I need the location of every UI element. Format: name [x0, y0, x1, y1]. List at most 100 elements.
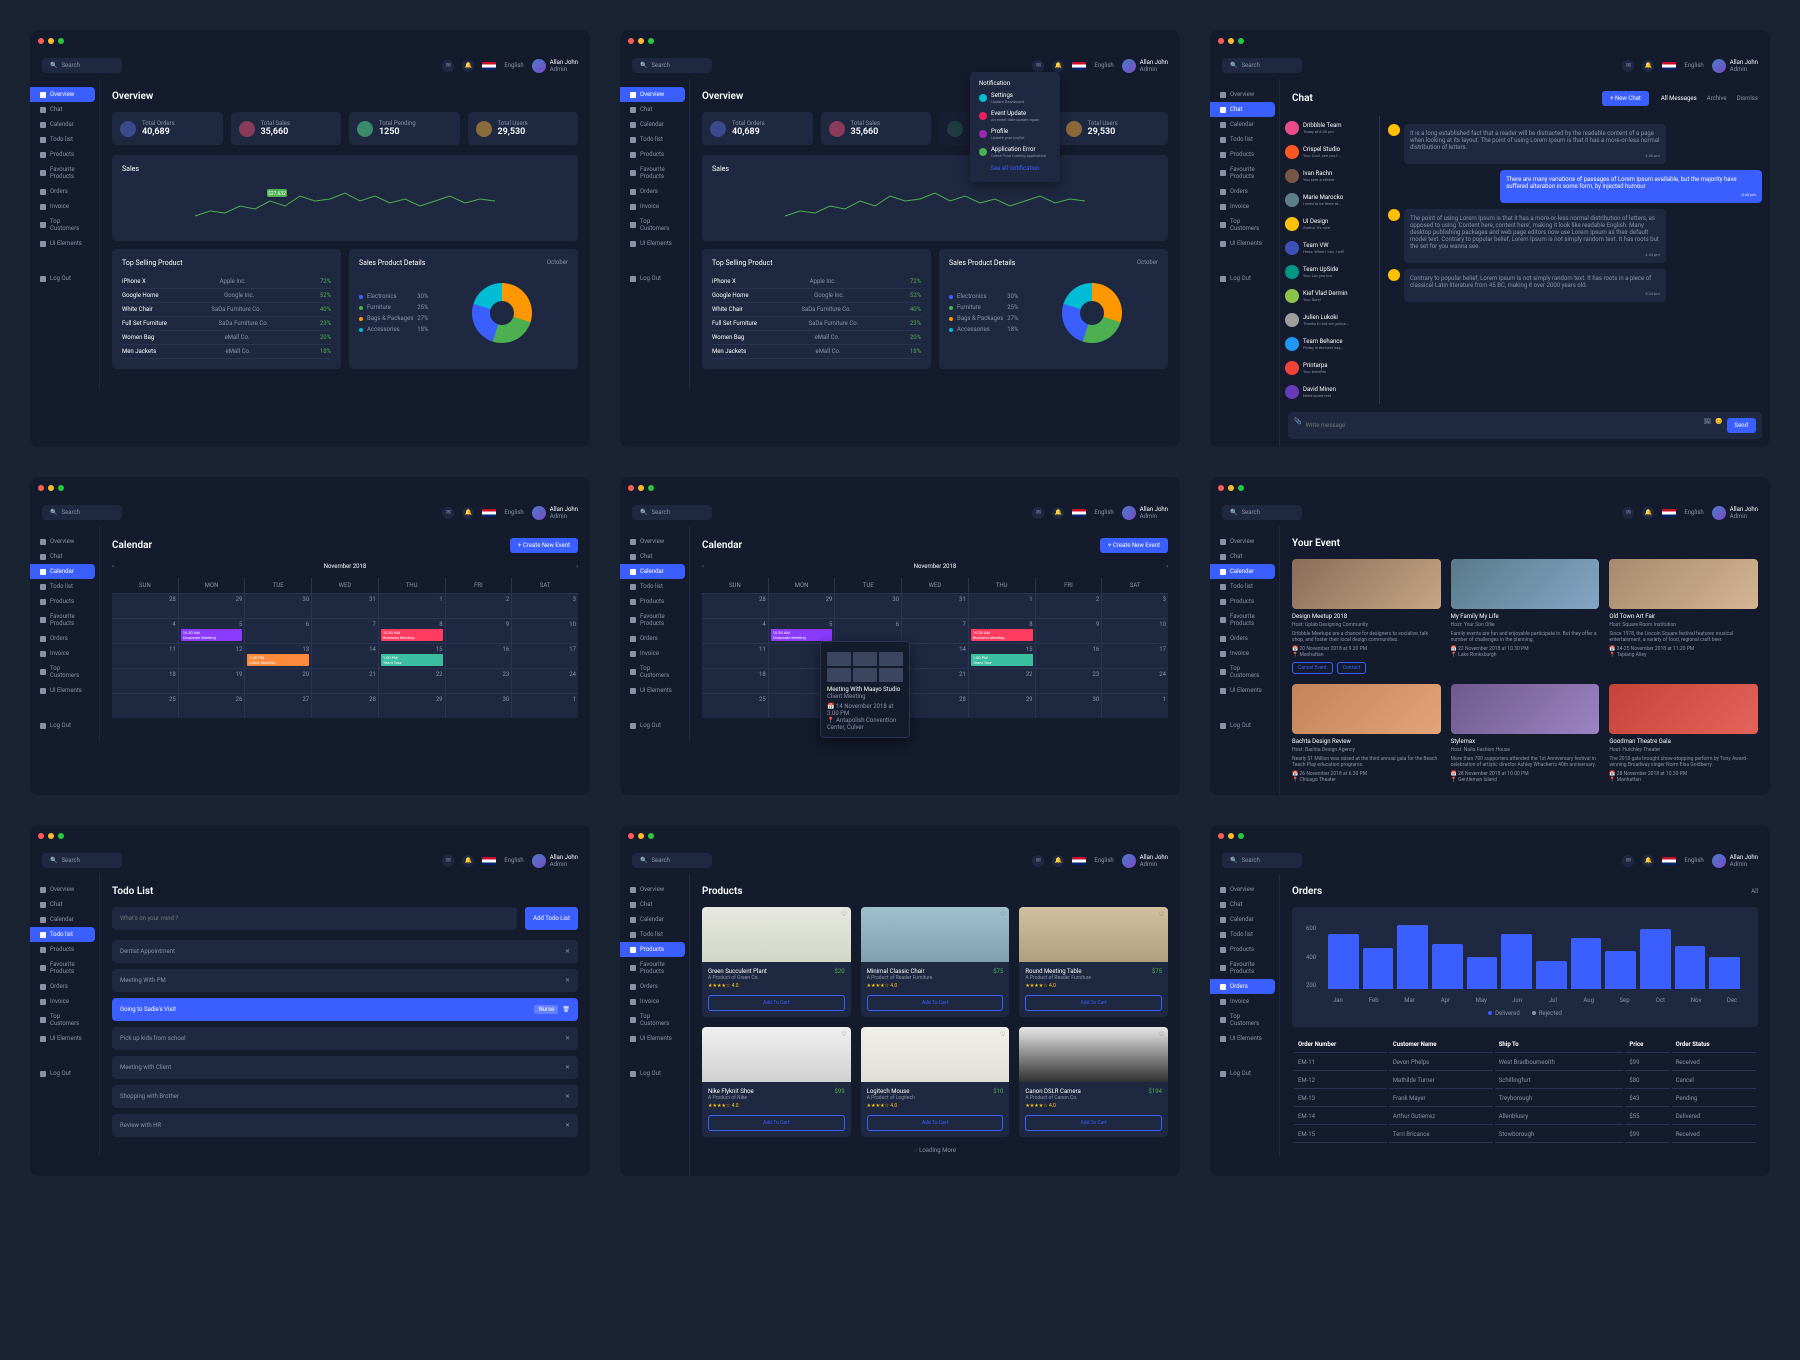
calendar-cell[interactable]: 14	[312, 644, 378, 668]
calendar-cell[interactable]: 21	[902, 669, 968, 693]
send-button[interactable]: Send	[1727, 418, 1756, 433]
calendar-cell[interactable]: 26	[179, 694, 245, 718]
product-card[interactable]: ♡Green Succulent Plant$20A Product of Gr…	[702, 907, 851, 1017]
todo-item[interactable]: Shopping with Brother✕	[112, 1085, 578, 1108]
chat-contact[interactable]: Julien LukokiThanks to bot we gonna...	[1280, 308, 1379, 332]
calendar-cell[interactable]: 30	[835, 594, 901, 618]
event-card[interactable]: Bachta Design ReviewHost: Bachta Design …	[1292, 684, 1441, 783]
notification-item[interactable]: SettingsUpdate Dashboard	[976, 89, 1054, 107]
chat-contact[interactable]: UI DesignAmirul: It's nice	[1280, 212, 1379, 236]
chat-contact[interactable]: Crispel StudioYou: Cool, see you t...	[1280, 140, 1379, 164]
calendar-cell[interactable]: 24	[512, 669, 578, 693]
calendar-cell[interactable]: 28	[312, 694, 378, 718]
attach-icon[interactable]: 📎	[1294, 418, 1301, 433]
user-menu[interactable]: Allan JohnAdmin	[1122, 59, 1168, 73]
calendar-cell[interactable]: 2	[1036, 594, 1102, 618]
calendar-cell[interactable]: 810.30 AMBusiness Meeting	[379, 619, 445, 643]
event-card[interactable]: Goodman Theatre GalaHost: Hutchley Theat…	[1609, 684, 1758, 783]
table-row[interactable]: EM-12Mathilde TurnerSchillingfurt$80Canc…	[1294, 1073, 1756, 1089]
nav-customers[interactable]: Top Customers	[30, 214, 99, 236]
nav-chat[interactable]: Chat	[30, 102, 99, 117]
calendar-cell[interactable]: 139.00 PMClient Meeting	[245, 644, 311, 668]
event-card[interactable]: My Family My LifeHost: Your Son OllieFam…	[1451, 559, 1600, 674]
chat-contact[interactable]: Team UpSideYou: Luv you too	[1280, 260, 1379, 284]
calendar-cell[interactable]: 1	[969, 594, 1035, 618]
calendar-cell[interactable]: 17	[512, 644, 578, 668]
heart-icon[interactable]: ♡	[1000, 911, 1005, 918]
calendar-cell[interactable]: 3	[512, 594, 578, 618]
calendar-cell[interactable]: 151.00 PMTeam Tour	[969, 644, 1035, 668]
todo-item[interactable]: Pick up kids from school✕	[112, 1027, 578, 1050]
chat-contact[interactable]: Team VWHoss: When I can, I will	[1280, 236, 1379, 260]
calendar-cell[interactable]: 510.30 AMCorporate Meeting	[769, 619, 835, 643]
calendar-cell[interactable]: 151.00 PMTeam Tour	[379, 644, 445, 668]
todo-item[interactable]: Meeting With PM✕	[112, 969, 578, 992]
nav-ui[interactable]: UI Elements	[30, 236, 99, 251]
todo-input[interactable]	[112, 907, 517, 930]
calendar-cell[interactable]: 27	[245, 694, 311, 718]
heart-icon[interactable]: ♡	[841, 911, 846, 918]
table-row[interactable]: EM-15Terri BricanceStowborough$99Receive…	[1294, 1127, 1756, 1143]
calendar-cell[interactable]: 16	[446, 644, 512, 668]
nav-invoice[interactable]: Invoice	[30, 199, 99, 214]
notification-item[interactable]: ProfileUpdate your profile	[976, 125, 1054, 143]
calendar-cell[interactable]: 28	[702, 594, 768, 618]
chat-tabs[interactable]: All MessagesArchiveDismiss	[1661, 95, 1758, 102]
calendar-cell[interactable]: 29	[969, 694, 1035, 718]
calendar-cell[interactable]: 10	[1102, 619, 1168, 643]
calendar-cell[interactable]: 6	[835, 619, 901, 643]
nav-logout[interactable]: Log Out	[30, 271, 99, 286]
calendar-cell[interactable]: 810.30 AMBusiness Meeting	[969, 619, 1035, 643]
calendar-cell[interactable]: 510.30 AMCorporate Meeting	[179, 619, 245, 643]
todo-item[interactable]: Meeting with Client✕	[112, 1056, 578, 1079]
event-card[interactable]: StylemaxHost: Naïts Fashion HouseMore th…	[1451, 684, 1600, 783]
user-menu[interactable]: Allan JohnAdmin	[532, 59, 578, 73]
calendar-cell[interactable]: 6	[245, 619, 311, 643]
product-card[interactable]: ♡Round Meeting Table$75A Product of Read…	[1019, 907, 1168, 1017]
calendar-cell[interactable]: 4	[112, 619, 178, 643]
heart-icon[interactable]: ♡	[1159, 1031, 1164, 1038]
heart-icon[interactable]: ♡	[1000, 1031, 1005, 1038]
chat-contact[interactable]: Dribbble TeamToday at 6.36 pm	[1280, 116, 1379, 140]
product-card[interactable]: ♡Logitech Mouse$10A Product of Logitech★…	[861, 1027, 1010, 1137]
calendar-cell[interactable]: 7	[312, 619, 378, 643]
chat-contact[interactable]: Ivan RachnYou sent a sticker	[1280, 164, 1379, 188]
product-card[interactable]: ♡Minimal Classic Chair$75A Product of Re…	[861, 907, 1010, 1017]
heart-icon[interactable]: ♡	[841, 1031, 846, 1038]
chat-contact[interactable]: David MinenNeed some rest	[1280, 380, 1379, 404]
event-card[interactable]: Old Town Art FairHost: Square Room Insti…	[1609, 559, 1758, 674]
search-input[interactable]: 🔍Search	[632, 58, 712, 73]
nav-orders[interactable]: Orders	[30, 184, 99, 199]
calendar-cell[interactable]: 25	[112, 694, 178, 718]
calendar-cell[interactable]: 10	[512, 619, 578, 643]
language-label[interactable]: English	[504, 62, 523, 69]
calendar-cell[interactable]: 30	[245, 594, 311, 618]
add-to-cart-button[interactable]: Add To Cart	[867, 995, 1004, 1011]
table-row[interactable]: EM-11Devon PhelpsWest Bradbourneoith$99R…	[1294, 1055, 1756, 1071]
todo-item[interactable]: Going to Sadie's VisitNurse🗑	[112, 998, 578, 1021]
add-to-cart-button[interactable]: Add To Cart	[708, 995, 845, 1011]
calendar-cell[interactable]: 29	[379, 694, 445, 718]
calendar-cell[interactable]: 20	[245, 669, 311, 693]
calendar-cell[interactable]: 17	[1102, 644, 1168, 668]
calendar-cell[interactable]: 23	[1036, 669, 1102, 693]
calendar-cell[interactable]: 21	[312, 669, 378, 693]
calendar-cell[interactable]: 25	[702, 694, 768, 718]
next-month-icon[interactable]: ›	[576, 563, 578, 570]
contact-button[interactable]: Contact	[1337, 662, 1366, 674]
add-to-cart-button[interactable]: Add To Cart	[708, 1115, 845, 1131]
notification-item[interactable]: Event UpdateAn event date update again	[976, 107, 1054, 125]
prev-month-icon[interactable]: ‹	[112, 563, 114, 570]
chat-contact[interactable]: PrintarpaYou: benefito	[1280, 356, 1379, 380]
see-all-link[interactable]: See all notification	[976, 161, 1054, 176]
calendar-cell[interactable]: 18	[112, 669, 178, 693]
nav-calendar[interactable]: Calendar	[30, 117, 99, 132]
event-card[interactable]: Design Meetup 2018Host: Uplab Designing …	[1292, 559, 1441, 674]
calendar-cell[interactable]: 9	[446, 619, 512, 643]
add-to-cart-button[interactable]: Add To Cart	[867, 1115, 1004, 1131]
calendar-cell[interactable]: 23	[446, 669, 512, 693]
image-icon[interactable]: 🖼	[1703, 418, 1711, 433]
bell-icon[interactable]: 🔔	[462, 60, 474, 72]
message-input[interactable]	[1305, 418, 1699, 433]
calendar-cell[interactable]: 1	[1102, 694, 1168, 718]
